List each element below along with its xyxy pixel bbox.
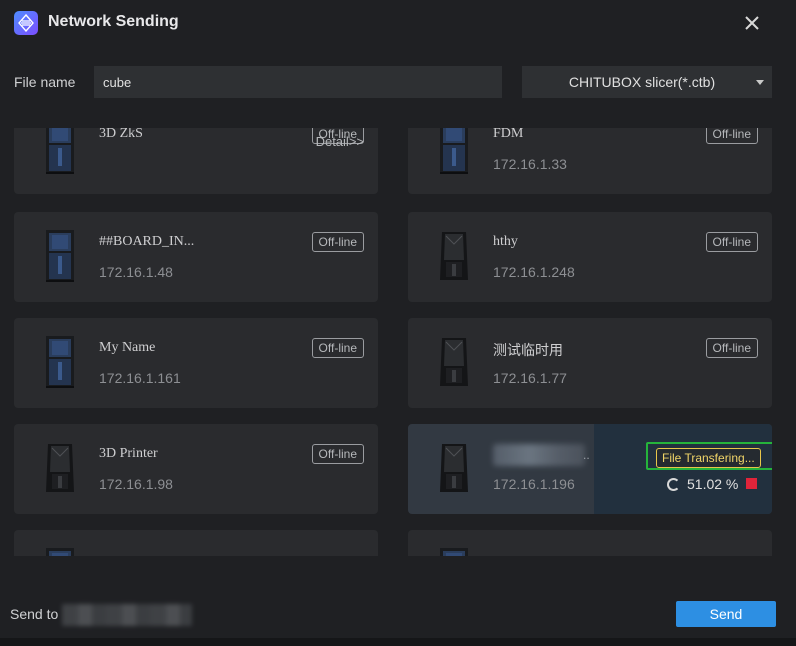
spinner-icon [667,478,680,491]
printer-thumbnail-icon [40,128,80,178]
printer-card[interactable]: FDM 172.16.1.33 Off-line [408,128,772,194]
status-badge: Off-line [705,232,758,252]
printer-card[interactable]: 3D ZkS Off-line Detail>> [14,128,378,194]
printer-thumbnail-icon [40,332,80,392]
printer-thumbnail-icon [40,544,80,556]
format-select[interactable]: CHITUBOX slicer(*.ctb) [522,66,772,98]
printer-thumbnail-icon [434,438,474,498]
printer-card[interactable]: My Name 172.16.1.161 Off-line [14,318,378,408]
title-bar: Network Sending [0,0,796,46]
printer-card[interactable]: ##BOARD_IN... 172.16.1.48 Off-line [14,212,378,302]
printer-name: ##BOARD_IN... [99,234,195,249]
name-overflow-dots: .. [583,448,590,462]
printer-name: 3D ZkS [99,128,143,141]
format-select-value: CHITUBOX slicer(*.ctb) [568,74,716,90]
printer-card[interactable] [14,530,378,556]
printer-thumbnail-icon [40,438,80,498]
status-badge: Off-line [311,232,364,252]
printer-thumbnail-icon [434,226,474,286]
file-name-input[interactable] [94,66,502,98]
printer-card[interactable]: 测试临时用 172.16.1.77 Off-line [408,318,772,408]
printer-name: 3D Printer [99,446,158,461]
printer-thumbnail-icon [434,544,474,556]
printer-name: FDM [493,128,524,141]
status-badge: Off-line [311,338,364,358]
printer-name-redacted [493,444,585,466]
printer-ip: 172.16.1.98 [99,476,173,492]
printer-grid[interactable]: 3D ZkS Off-line Detail>> FDM 172.16.1.33… [0,128,796,556]
window-title: Network Sending [48,13,179,30]
printer-name: hthy [493,234,518,249]
printer-card[interactable]: 3D Printer 172.16.1.98 Off-line [14,424,378,514]
printer-card[interactable]: hthy 172.16.1.248 Off-line [408,212,772,302]
status-badge: Off-line [311,444,364,464]
status-badge: Off-line [705,128,758,144]
printer-card[interactable] [408,530,772,556]
transfer-status-badge: File Transfering... [656,448,761,468]
printer-name: 测试临时用 [493,344,563,359]
transfer-progress-text: 51.02 % [687,476,739,492]
printer-ip: 172.16.1.161 [99,370,181,386]
detail-link[interactable]: Detail>> [316,134,364,149]
close-icon [745,16,759,30]
printer-thumbnail-icon [40,226,80,286]
bottom-edge [0,638,796,646]
printer-thumbnail-icon [434,332,474,392]
printer-ip: 172.16.1.248 [493,264,575,280]
send-button[interactable]: Send [676,601,776,627]
printer-name: My Name [99,340,156,355]
send-to-target-redacted [62,604,192,626]
send-to-label: Send to [10,606,59,622]
status-badge: Off-line [705,338,758,358]
printer-ip: 172.16.1.48 [99,264,173,280]
printer-ip: 172.16.1.196 [493,476,575,492]
app-logo-icon [14,11,38,35]
stop-transfer-button[interactable] [746,478,757,489]
close-button[interactable] [740,11,764,35]
printer-ip: 172.16.1.33 [493,156,567,172]
printer-ip: 172.16.1.77 [493,370,567,386]
printer-card-active[interactable]: .. 172.16.1.196 File Transfering... 51.0… [408,424,772,514]
printer-thumbnail-icon [434,128,474,178]
chevron-down-icon [756,80,764,85]
file-name-label: File name [14,74,76,90]
